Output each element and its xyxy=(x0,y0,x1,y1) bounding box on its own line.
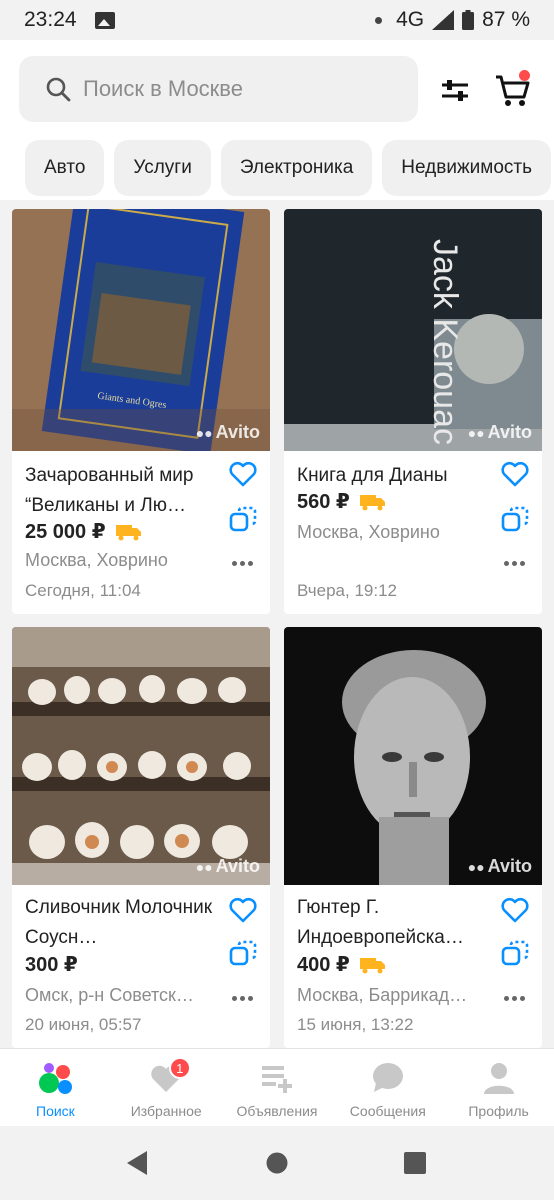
nav-label: Профиль xyxy=(468,1103,529,1119)
cart-button[interactable] xyxy=(490,68,534,112)
listing-location: Омск, р-н Советск… xyxy=(25,985,194,1005)
listing-photo[interactable]: Jack Kerouac The Dharma Bums ●●Avito xyxy=(284,209,542,451)
favorite-heart-icon[interactable] xyxy=(228,459,258,489)
listing-price: 300 ₽ xyxy=(25,954,78,976)
profile-icon xyxy=(483,1063,514,1094)
chip-realty[interactable]: Недвижимость xyxy=(382,140,552,196)
battery-icon xyxy=(462,10,475,30)
filter-icon[interactable] xyxy=(435,70,475,110)
gallery-notification-icon xyxy=(94,11,115,29)
cart-notification-dot xyxy=(519,70,530,81)
home-icon[interactable] xyxy=(266,1152,288,1174)
chip-services[interactable]: Услуги xyxy=(114,140,211,196)
listings-grid: Giants and Ogres ●● Avito Зачарованный ми… xyxy=(0,200,554,1048)
book-title-text: Jack Kerouac The Dharma Bums xyxy=(426,239,464,451)
compare-icon[interactable] xyxy=(500,939,530,969)
chat-icon xyxy=(372,1063,403,1092)
listing-date: 15 июня, 13:22 xyxy=(297,1015,414,1034)
bottom-navigation: Поиск 1 Избранное Объявления Сообщения П… xyxy=(0,1048,554,1126)
nav-profile[interactable]: Профиль xyxy=(443,1049,554,1126)
delivery-truck-icon xyxy=(359,957,385,973)
status-time: 23:24 xyxy=(24,8,77,31)
listing-title[interactable]: Зачарованный мир “Великаны и Лю… xyxy=(25,461,220,521)
listing-photo[interactable]: ●● Avito xyxy=(284,627,542,885)
avito-watermark: ●● Avito xyxy=(467,856,532,876)
nav-label: Избранное xyxy=(130,1103,202,1119)
back-icon[interactable] xyxy=(125,1150,149,1176)
nav-label: Сообщения xyxy=(349,1103,426,1119)
compare-icon[interactable] xyxy=(500,505,530,535)
nav-label: Поиск xyxy=(36,1103,75,1119)
listing-title[interactable]: Книга для Дианы xyxy=(297,461,492,491)
listing-date: Вчера, 19:12 xyxy=(297,581,397,600)
more-options-icon[interactable] xyxy=(504,558,528,568)
listing-title[interactable]: Сливочник Молочник Соусн… xyxy=(25,893,220,953)
more-options-icon[interactable] xyxy=(504,993,528,1003)
compare-icon[interactable] xyxy=(228,505,258,535)
header: Поиск в Москве Авто Услуги Электроника Н… xyxy=(0,40,554,200)
category-chips: Авто Услуги Электроника Недвижимость xyxy=(0,140,554,198)
listing-title[interactable]: Гюнтер Г. Индоевропейска… xyxy=(297,893,492,953)
more-options-icon[interactable] xyxy=(232,993,256,1003)
signal-icon xyxy=(432,10,455,30)
delivery-truck-icon xyxy=(115,524,141,540)
favorite-heart-icon[interactable] xyxy=(228,895,258,925)
favorite-heart-icon[interactable] xyxy=(500,459,530,489)
chip-electronics[interactable]: Электроника xyxy=(220,140,373,196)
listing-location: Москва, Ховрино xyxy=(297,522,440,542)
listing-price: 560 ₽ xyxy=(297,489,386,514)
avito-watermark: ●● Avito xyxy=(195,856,260,876)
listings-add-icon xyxy=(261,1066,292,1093)
listing-photo[interactable]: ●● Avito xyxy=(12,627,270,885)
nav-messages[interactable]: Сообщения xyxy=(332,1049,443,1126)
favorite-heart-icon[interactable] xyxy=(500,895,530,925)
listing-card[interactable]: Jack Kerouac The Dharma Bums ●●Avito Кни… xyxy=(284,209,542,614)
search-icon xyxy=(46,77,71,102)
listing-card[interactable]: ●● Avito Сливочник Молочник Соусн… 300 ₽ … xyxy=(12,627,270,1048)
nav-listings[interactable]: Объявления xyxy=(222,1049,333,1126)
compare-icon[interactable] xyxy=(228,939,258,969)
more-options-icon[interactable] xyxy=(232,558,256,568)
listing-date: 20 июня, 05:57 xyxy=(25,1015,142,1034)
nav-search[interactable]: Поиск xyxy=(0,1049,111,1126)
listing-date: Сегодня, 11:04 xyxy=(25,581,141,600)
favorites-badge: 1 xyxy=(168,1057,191,1079)
listing-price: 400 ₽ xyxy=(297,952,386,977)
search-placeholder: Поиск в Москве xyxy=(83,76,243,101)
chip-auto[interactable]: Авто xyxy=(25,140,105,196)
status-right: 4G 87 % xyxy=(375,8,530,32)
delivery-truck-icon xyxy=(359,494,385,510)
avito-watermark: ●● Avito xyxy=(467,422,532,442)
battery-level: 87 % xyxy=(482,8,530,31)
listing-photo[interactable]: Giants and Ogres ●● Avito xyxy=(12,209,270,451)
listing-card[interactable]: Giants and Ogres ●● Avito Зачарованный ми… xyxy=(12,209,270,614)
listing-location: Москва, Ховрино xyxy=(25,550,168,570)
search-bubbles-icon xyxy=(39,1063,73,1094)
network-type: 4G xyxy=(396,8,425,31)
listing-price: 25 000 ₽ xyxy=(25,519,142,544)
system-navigation-bar xyxy=(0,1126,554,1200)
notification-dot-icon xyxy=(375,16,383,24)
listing-location: Москва, Баррикад… xyxy=(297,985,468,1005)
listing-card[interactable]: ●● Avito Гюнтер Г. Индоевропейска… 400 ₽ … xyxy=(284,627,542,1048)
nav-label: Объявления xyxy=(236,1103,318,1119)
recents-icon[interactable] xyxy=(404,1152,426,1174)
nav-favorites[interactable]: 1 Избранное xyxy=(111,1049,222,1126)
status-bar: 23:24 4G 87 % xyxy=(0,0,554,40)
avito-watermark: ●● Avito xyxy=(195,422,260,442)
search-input[interactable]: Поиск в Москве xyxy=(19,56,418,122)
